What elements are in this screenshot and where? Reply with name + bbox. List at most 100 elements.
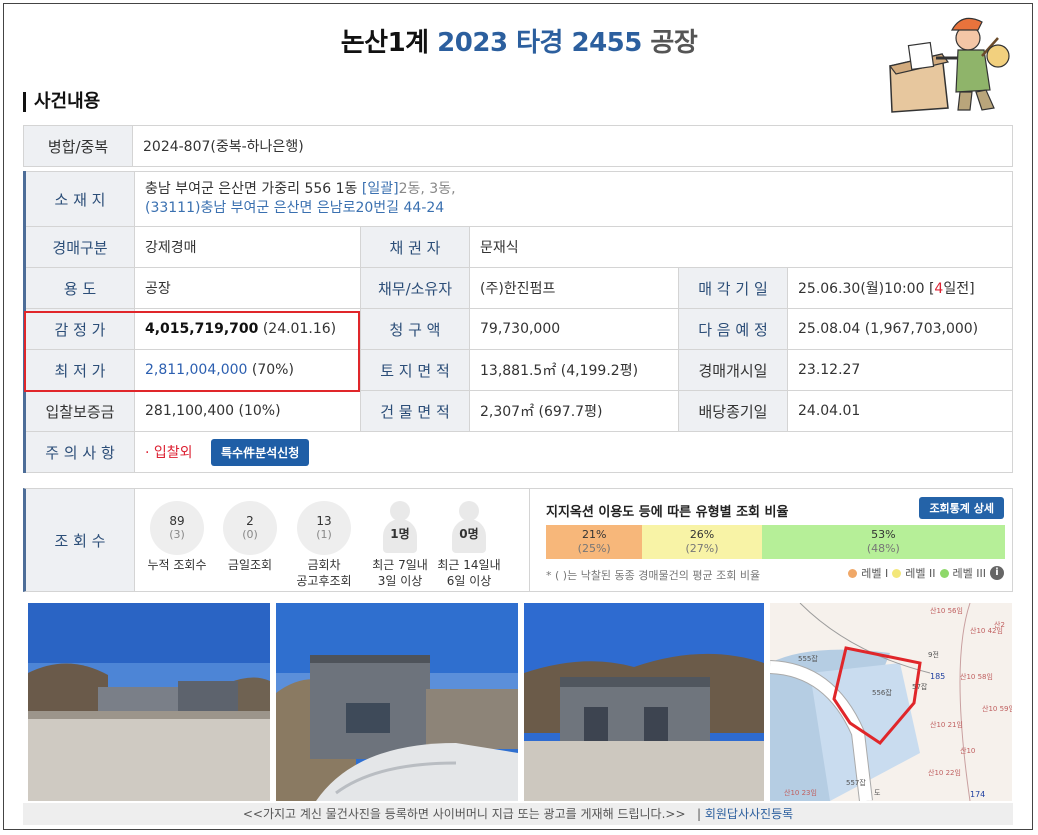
stat-7days-label1: 최근 7일내 bbox=[372, 558, 428, 572]
address-road[interactable]: (33111)충남 부여군 은산면 은남로20번길 44-24 bbox=[145, 200, 444, 216]
creditor-label: 채 권 자 bbox=[360, 226, 470, 268]
stat-after-label1: 금회차 bbox=[307, 558, 341, 572]
land-area-label: 토 지 면 적 bbox=[360, 349, 470, 391]
photo-caption: <<가지고 계신 물건사진을 등록하면 사이버머니 지급 또는 광고를 게재해 … bbox=[23, 803, 1013, 825]
case-title: 논산1계 2023 타경 2455 공장 bbox=[0, 22, 1038, 59]
notes-value: · 입찰외 특수件분석신청 bbox=[134, 431, 1013, 473]
map-label: 174 bbox=[970, 790, 985, 799]
stat-7days: 1명 최근 7일내 3일 이상 bbox=[362, 501, 438, 589]
legend-level-1: 레벨 I bbox=[861, 567, 889, 580]
case-number: 2023 타경 2455 bbox=[437, 28, 642, 58]
map-label: 산10 bbox=[960, 746, 975, 755]
merge-table: 병합/중복 2024-807(중복-하나은행) bbox=[23, 125, 1013, 167]
stat-14days-label2: 6일 이상 bbox=[446, 574, 492, 588]
sale-date-label: 매 각 기 일 bbox=[678, 267, 788, 309]
stat-total: 89 (3) 누적 조회수 bbox=[139, 501, 215, 573]
view-ratio-panel: 지지옥션 이용도 등에 따른 유형별 조회 비율 조회통계 상세 21% (25%… bbox=[529, 489, 1014, 591]
building-area-value: 2,307㎡ (697.7평) bbox=[469, 390, 679, 432]
bulk-rest: 2동, 3동, bbox=[398, 181, 456, 197]
start-date-label: 경매개시일 bbox=[678, 349, 788, 391]
location-value: 충남 부여군 은산면 가중리 556 1동 [일괄]2동, 3동, (33111… bbox=[134, 171, 1013, 227]
debtor-label: 채무/소유자 bbox=[360, 267, 470, 309]
info-icon[interactable]: i bbox=[990, 566, 1004, 580]
auction-type-label: 경매구분 bbox=[24, 226, 135, 268]
minimum-amount: 2,811,004,000 bbox=[145, 362, 248, 378]
ratio-legend: 레벨 I 레벨 II 레벨 III i bbox=[848, 565, 1004, 581]
deposit-label: 입찰보증금 bbox=[24, 390, 135, 432]
dividend-label: 배당종기일 bbox=[678, 390, 788, 432]
creditor-value: 문재식 bbox=[469, 226, 1013, 268]
usage-value: 공장 bbox=[134, 267, 361, 309]
stat-7days-label2: 3일 이상 bbox=[377, 574, 423, 588]
minimum-label: 최 저 가 bbox=[24, 349, 135, 391]
caption-separator: | bbox=[696, 807, 702, 821]
stat-today: 2 (0) 금일조회 bbox=[212, 501, 288, 573]
map-label: 산10 56임 bbox=[930, 606, 963, 615]
ratio-segment-3: 53% (48%) bbox=[761, 525, 1005, 559]
notes-label: 주 의 사 항 bbox=[24, 431, 135, 473]
stat-14days-label1: 최근 14일내 bbox=[437, 558, 501, 572]
ratio-segment-avg: (27%) bbox=[685, 542, 719, 555]
view-stats-detail-button[interactable]: 조회통계 상세 bbox=[919, 497, 1004, 519]
merge-value: 2024-807(중복-하나은행) bbox=[132, 125, 1013, 167]
stat-total-label: 누적 조회수 bbox=[147, 558, 207, 572]
person-icon: 0명 bbox=[442, 501, 496, 555]
ratio-segment-pct: 26% bbox=[689, 528, 715, 541]
map-label: 557잡 bbox=[846, 778, 866, 787]
notes-item: · 입찰외 bbox=[145, 444, 193, 461]
ratio-segment-pct: 21% bbox=[581, 528, 607, 541]
map-label: 185 bbox=[930, 672, 945, 681]
location-label: 소 재 지 bbox=[24, 171, 135, 227]
map-label: 555잡 bbox=[798, 654, 818, 663]
court-name: 논산1계 bbox=[340, 28, 429, 58]
ratio-note: * ( )는 낙찰된 동종 경매물건의 평균 조회 비율 bbox=[546, 569, 761, 582]
appraisal-value: 4,015,719,700 (24.01.16) bbox=[134, 308, 361, 350]
ratio-segment-2: 26% (27%) bbox=[642, 525, 762, 559]
debtor-value: (주)한진펌프 bbox=[469, 267, 679, 309]
ratio-segment-avg: (25%) bbox=[577, 542, 611, 555]
person-icon: 1명 bbox=[373, 501, 427, 555]
merge-label: 병합/중복 bbox=[23, 125, 133, 167]
start-date-value: 23.12.27 bbox=[787, 349, 1013, 391]
stat-today-label: 금일조회 bbox=[227, 558, 273, 572]
address-lot: 충남 부여군 은산면 가중리 556 1동 bbox=[145, 181, 358, 197]
next-date-value: 25.08.04 (1,967,703,000) bbox=[787, 308, 1013, 350]
days-left: 4 bbox=[934, 281, 944, 297]
stat-14days: 0명 최근 14일내 6일 이상 bbox=[431, 501, 507, 589]
mascot-illustration bbox=[888, 17, 1010, 113]
appraisal-date: (24.01.16) bbox=[262, 321, 337, 337]
legend-dot-3 bbox=[939, 568, 949, 578]
legend-level-3: 레벨 III bbox=[952, 567, 986, 580]
map-label: 산10 21임 bbox=[930, 720, 963, 729]
ratio-segment-1: 21% (25%) bbox=[546, 525, 643, 559]
bulk-link[interactable]: [일괄] bbox=[362, 181, 399, 197]
map-label: 산10 59임 bbox=[982, 704, 1012, 713]
property-map[interactable]: 555잡 556잡 57잡 185 산10 21임 557잡 산10 56임 산… bbox=[770, 603, 1012, 801]
view-count-panel: 조 회 수 89 (3) 누적 조회수 2 (0) 금일조회 13 (1) 금회차 공… bbox=[23, 488, 1013, 592]
register-photo-link[interactable]: 회원답사사진등록 bbox=[705, 807, 793, 821]
property-photo-2[interactable] bbox=[276, 603, 518, 801]
legend-level-2: 레벨 II bbox=[905, 567, 936, 580]
dividend-value: 24.04.01 bbox=[787, 390, 1013, 432]
auction-type-value: 강제경매 bbox=[134, 226, 361, 268]
legend-dot-1 bbox=[848, 568, 858, 578]
stat-today-circle: 2 (0) bbox=[223, 501, 277, 555]
building-area-label: 건 물 면 적 bbox=[360, 390, 470, 432]
stat-after-notice: 13 (1) 금회차 공고후조회 bbox=[286, 501, 362, 589]
land-area-value: 13,881.5㎡ (4,199.2평) bbox=[469, 349, 679, 391]
special-analysis-button[interactable]: 특수件분석신청 bbox=[211, 438, 310, 466]
legend-dot-2 bbox=[892, 568, 902, 578]
ratio-title: 지지옥션 이용도 등에 따른 유형별 조회 비율 bbox=[546, 505, 789, 520]
sale-date-value: 25.06.30(월)10:00 [4일전] bbox=[787, 267, 1013, 309]
map-label: 57잡 bbox=[912, 682, 928, 691]
property-photo-3[interactable] bbox=[524, 603, 764, 801]
minimum-pct: (70%) bbox=[251, 362, 294, 378]
property-photo-1[interactable] bbox=[28, 603, 270, 801]
property-type: 공장 bbox=[650, 28, 698, 58]
ratio-bar: 21% (25%) 26% (27%) 53% (48%) bbox=[546, 525, 1005, 559]
deposit-value: 281,100,400 (10%) bbox=[134, 390, 361, 432]
appraisal-label: 감 정 가 bbox=[24, 308, 135, 350]
map-label: 산10 22임 bbox=[928, 768, 961, 777]
map-label: 도 bbox=[874, 789, 881, 797]
caption-text: <<가지고 계신 물건사진을 등록하면 사이버머니 지급 또는 광고를 게재해 … bbox=[242, 807, 686, 821]
